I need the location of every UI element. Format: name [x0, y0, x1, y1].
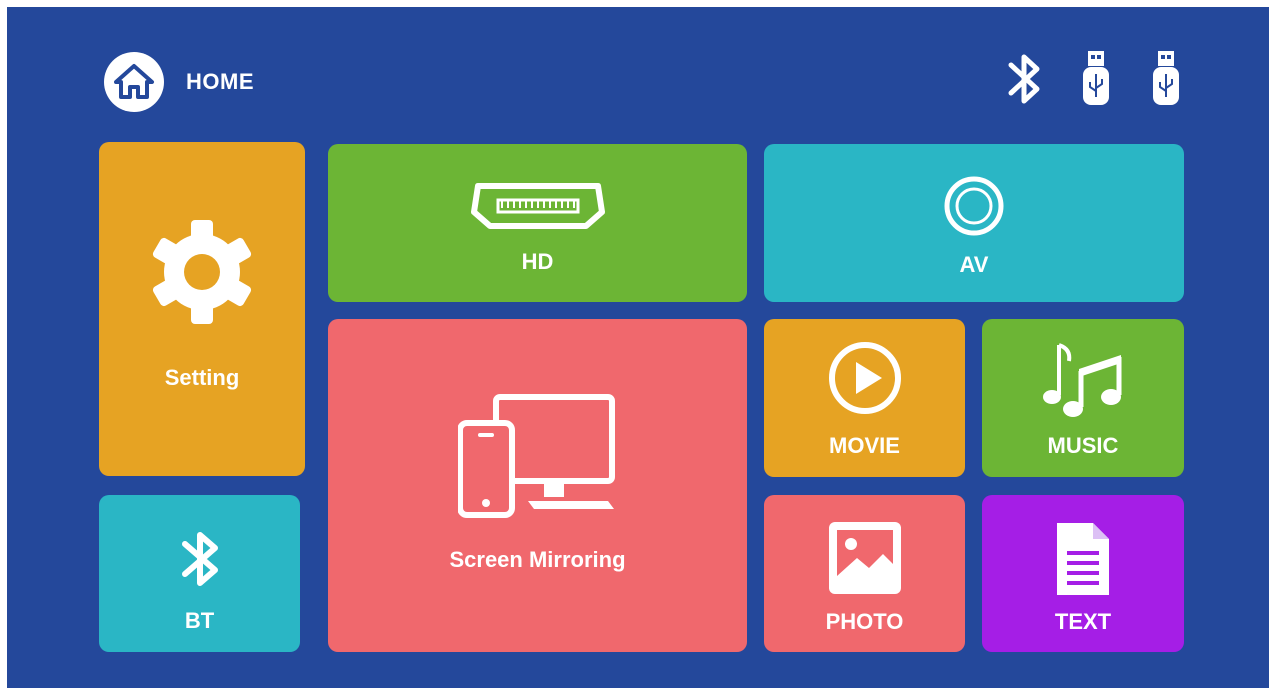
screen-mirroring-tile[interactable]: Screen Mirroring [328, 319, 747, 652]
home-icon[interactable] [104, 52, 164, 112]
photo-label: PHOTO [825, 609, 904, 634]
picture-icon [828, 522, 901, 594]
usb-drive-icon [1083, 51, 1109, 105]
home-header: HOME [104, 51, 254, 113]
bt-tile[interactable]: BT [99, 495, 300, 652]
movie-tile[interactable]: MOVIE [764, 319, 965, 477]
hd-label: HD [521, 249, 554, 274]
page-title: HOME [186, 69, 254, 94]
bluetooth-icon [181, 532, 218, 586]
usb-drive-icon [1153, 51, 1179, 105]
av-tile[interactable]: AV [764, 144, 1184, 302]
screen-mirror-icon [457, 394, 615, 518]
bt-label: BT [184, 608, 215, 633]
hdmi-port-icon [470, 183, 605, 229]
music-label: MUSIC [1047, 433, 1119, 458]
text-label: TEXT [1054, 609, 1112, 634]
photo-tile[interactable]: PHOTO [764, 495, 965, 652]
movie-label: MOVIE [829, 433, 900, 458]
document-icon [1057, 523, 1109, 595]
music-tile[interactable]: MUSIC [982, 319, 1184, 477]
text-tile[interactable]: TEXT [982, 495, 1184, 652]
setting-tile[interactable]: Setting [99, 142, 305, 476]
av-label: AV [959, 252, 989, 277]
gear-icon [152, 220, 252, 324]
av-jack-icon [944, 176, 1004, 236]
play-circle-icon [828, 342, 901, 414]
setting-label: Setting [164, 365, 240, 390]
screen-mirroring-label: Screen Mirroring [449, 547, 626, 572]
hd-tile[interactable]: HD [328, 144, 747, 302]
home-screen: HOME Setting HD AV Screen Mirroring MOVI… [7, 7, 1269, 688]
bluetooth-icon [1008, 54, 1040, 104]
music-notes-icon [1043, 343, 1122, 417]
